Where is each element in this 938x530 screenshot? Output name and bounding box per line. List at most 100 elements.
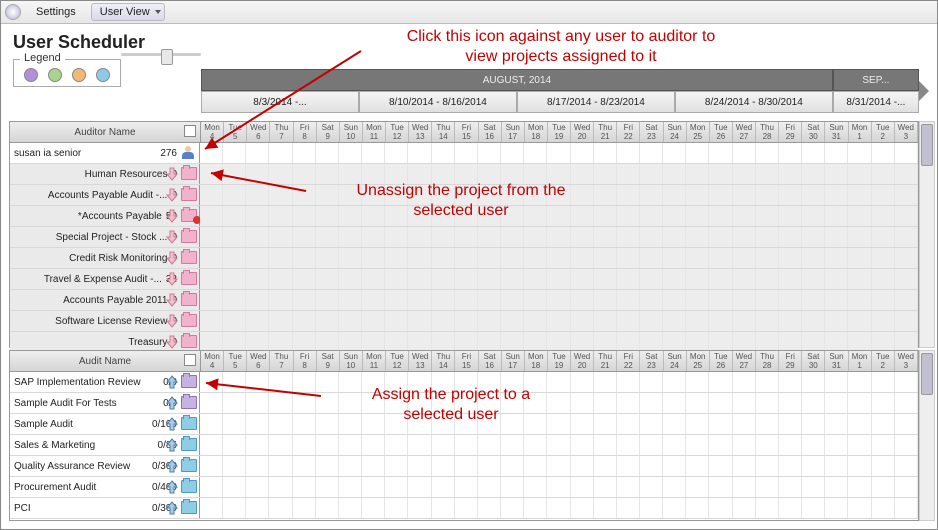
unassign-arrow-icon[interactable] [165, 230, 179, 244]
day-header: Tue26 [710, 122, 733, 142]
project-folder-icon[interactable] [181, 167, 195, 181]
day-header: Sun10 [340, 351, 363, 371]
user-view-dropdown[interactable]: User View [91, 3, 165, 21]
available-project-row[interactable]: Procurement Audit0/400 [10, 477, 918, 498]
auditor-name: susan ia senior [14, 148, 81, 159]
unassign-arrow-icon[interactable] [165, 251, 179, 265]
unassign-arrow-icon[interactable] [165, 314, 179, 328]
day-header: Tue19 [548, 122, 571, 142]
project-folder-icon[interactable] [181, 272, 195, 286]
day-header: Wed20 [571, 351, 594, 371]
day-header: Fri8 [294, 122, 317, 142]
project-folder-icon[interactable] [181, 417, 195, 431]
day-header: Sat30 [802, 351, 825, 371]
toolbar: Settings User View [1, 1, 937, 24]
unassign-arrow-icon[interactable] [165, 209, 179, 223]
auditor-row[interactable]: susan ia senior 276 [10, 143, 918, 164]
day-header: Mon4 [201, 351, 224, 371]
day-header: Wed6 [247, 351, 270, 371]
settings-button[interactable]: Settings [27, 3, 85, 21]
available-project-row[interactable]: PCI0/300 [10, 498, 918, 519]
day-header: Thu14 [432, 122, 455, 142]
day-header: Fri15 [455, 122, 478, 142]
project-folder-icon[interactable] [181, 314, 195, 328]
project-folder-icon[interactable] [181, 335, 195, 349]
day-header: Mon18 [525, 351, 548, 371]
unassign-arrow-icon[interactable] [165, 188, 179, 202]
assign-arrow-icon[interactable] [165, 480, 179, 494]
assigned-project-row[interactable]: Credit Risk Monitoring0 [10, 248, 918, 269]
day-header: Mon25 [687, 351, 710, 371]
auditor-scrollbar[interactable] [919, 121, 935, 348]
available-project-row[interactable]: Sample Audit0/100 [10, 414, 918, 435]
available-project-row[interactable]: Quality Assurance Review0/300 [10, 456, 918, 477]
day-header: Fri22 [617, 351, 640, 371]
project-folder-icon[interactable] [181, 251, 195, 265]
timeline-next-button[interactable] [917, 79, 933, 103]
day-header: Mon18 [525, 122, 548, 142]
assigned-project-row[interactable]: Special Project - Stock ...0 [10, 227, 918, 248]
slider-handle-icon[interactable] [161, 49, 173, 65]
project-name: Sample Audit [14, 419, 73, 430]
day-header: Tue12 [386, 351, 409, 371]
assign-arrow-icon[interactable] [165, 459, 179, 473]
assigned-project-row[interactable]: Human Resources0 [10, 164, 918, 185]
legend: Legend [13, 59, 121, 87]
day-header: Fri29 [779, 351, 802, 371]
day-header: Tue12 [386, 122, 409, 142]
assign-arrow-icon[interactable] [165, 438, 179, 452]
audit-name-col-header[interactable]: Audit Name [10, 351, 201, 371]
auditor-header: Auditor Name Mon4Tue5Wed6Thu7Fri8Sat9Sun… [10, 122, 918, 143]
day-header: Sun17 [502, 122, 525, 142]
unassign-arrow-icon[interactable] [165, 167, 179, 181]
assign-arrow-icon[interactable] [165, 501, 179, 515]
day-header: Wed6 [247, 122, 270, 142]
day-header: Tue5 [224, 122, 247, 142]
auditor-hours: 276 [160, 148, 177, 159]
filter-icon[interactable] [184, 125, 196, 137]
project-folder-icon[interactable] [181, 501, 195, 515]
unassign-arrow-icon[interactable] [165, 293, 179, 307]
day-header: Tue2 [872, 122, 895, 142]
legend-dot [72, 68, 86, 82]
project-folder-icon[interactable] [181, 438, 195, 452]
expand-user-icon[interactable] [181, 146, 195, 160]
unassign-arrow-icon[interactable] [165, 335, 179, 349]
auditor-name-col-header[interactable]: Auditor Name [10, 122, 201, 142]
project-folder-icon[interactable] [181, 293, 195, 307]
day-header: Fri22 [617, 122, 640, 142]
audit-scrollbar[interactable] [919, 350, 935, 521]
legend-dot [48, 68, 62, 82]
assigned-project-row[interactable]: Software License Review0 [10, 311, 918, 332]
audit-header: Audit Name Mon4Tue5Wed6Thu7Fri8Sat9Sun10… [10, 351, 918, 372]
day-header: Wed27 [733, 351, 756, 371]
day-header: Wed3 [895, 351, 918, 371]
day-header: Wed20 [571, 122, 594, 142]
assign-arrow-icon[interactable] [165, 417, 179, 431]
project-name: SAP Implementation Review [14, 377, 141, 388]
project-folder-icon[interactable] [181, 480, 195, 494]
project-folder-icon[interactable] [181, 188, 195, 202]
available-project-row[interactable]: SAP Implementation Review0/0 [10, 372, 918, 393]
project-folder-icon[interactable] [181, 396, 195, 410]
filter-icon[interactable] [184, 354, 196, 366]
project-folder-icon[interactable] [181, 375, 195, 389]
day-header: Mon25 [687, 122, 710, 142]
project-name: Credit Risk Monitoring [69, 253, 167, 264]
assigned-project-row[interactable]: Accounts Payable Audit -...0 [10, 185, 918, 206]
project-folder-icon[interactable] [181, 230, 195, 244]
assigned-project-row[interactable]: *Accounts Payable50 [10, 206, 918, 227]
available-project-row[interactable]: Sample Audit For Tests0/0 [10, 393, 918, 414]
unassign-arrow-icon[interactable] [165, 272, 179, 286]
day-header: Wed27 [733, 122, 756, 142]
available-project-row[interactable]: Sales & Marketing0/85 [10, 435, 918, 456]
assigned-project-row[interactable]: Travel & Expense Audit -...32 [10, 269, 918, 290]
day-header: Wed3 [895, 122, 918, 142]
project-name: Special Project - Stock ... [56, 232, 168, 243]
assign-arrow-icon[interactable] [165, 375, 179, 389]
assigned-project-row[interactable]: Accounts Payable 20110 [10, 290, 918, 311]
day-header: Sat9 [317, 122, 340, 142]
zoom-slider[interactable] [121, 49, 201, 59]
assign-arrow-icon[interactable] [165, 396, 179, 410]
project-folder-icon[interactable] [181, 459, 195, 473]
